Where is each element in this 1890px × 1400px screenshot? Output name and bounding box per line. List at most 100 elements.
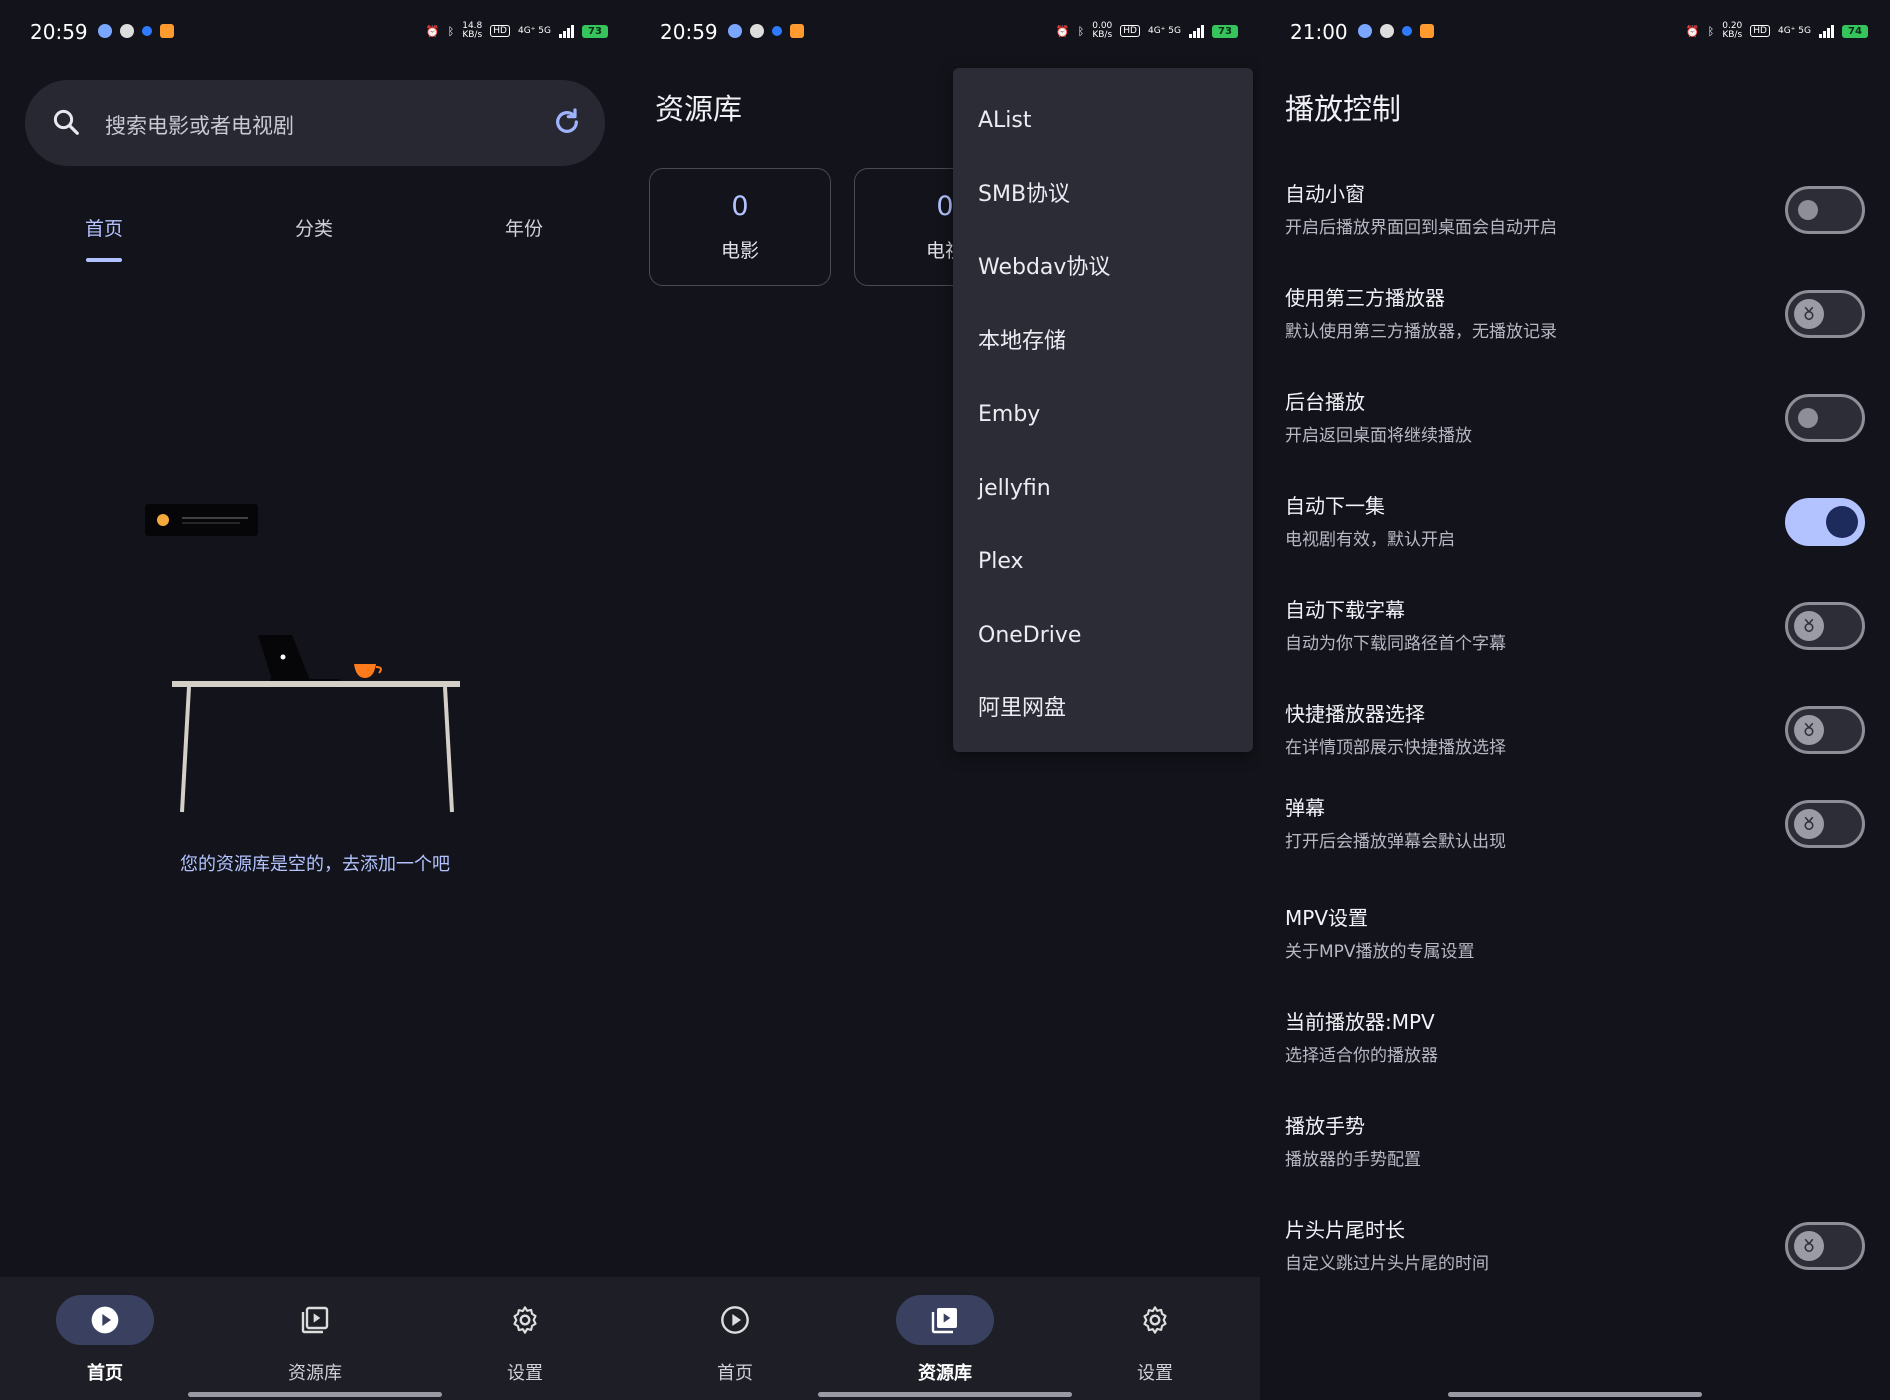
- lock-knob-icon: [1794, 1231, 1824, 1261]
- menu-item-local-storage[interactable]: 本地存储: [953, 305, 1253, 379]
- bluetooth-icon: ᛒ: [1707, 24, 1715, 38]
- notification-icons: [728, 24, 804, 38]
- search-bar[interactable]: 搜索电影或者电视剧: [25, 80, 605, 166]
- menu-item-emby[interactable]: Emby: [953, 378, 1253, 452]
- menu-item-smb[interactable]: SMB协议: [953, 158, 1253, 232]
- setting-title: 片头片尾时长: [1285, 1218, 1405, 1242]
- toggle-switch[interactable]: [1785, 800, 1865, 848]
- page-title: 资源库: [655, 92, 743, 126]
- system-icons: ⏰ ᛒ 0.00 KB/s HD 4G⁺ 5G 73: [1056, 22, 1238, 40]
- gesture-bar: [188, 1392, 442, 1397]
- nav-library[interactable]: 资源库: [235, 1295, 395, 1385]
- setting-auto-download-subtitle[interactable]: 自动下载字幕 自动为你下载同路径首个字幕: [1285, 594, 1865, 674]
- menu-item-aliyun-drive[interactable]: 阿里网盘: [953, 672, 1253, 746]
- network-speed: 0.00 KB/s: [1092, 21, 1113, 40]
- nav-settings[interactable]: 设置: [1075, 1295, 1235, 1385]
- dot-icon: [142, 26, 152, 36]
- toggle-knob: [1826, 506, 1858, 538]
- menu-item-jellyfin[interactable]: jellyfin: [953, 452, 1253, 526]
- nav-label-library: 资源库: [288, 1363, 342, 1384]
- status-time: 20:59: [660, 20, 718, 44]
- library-screen: 20:59 ⏰ ᛒ 0.00 KB/s HD 4G⁺ 5G 73 资源库 0 电…: [630, 0, 1260, 1400]
- toggle-switch[interactable]: [1785, 186, 1865, 234]
- setting-title: 播放手势: [1285, 1114, 1365, 1138]
- lock-knob-icon: [1794, 299, 1824, 329]
- network-type: 4G⁺ 5G: [1777, 26, 1811, 36]
- nav-label-settings: 设置: [507, 1363, 543, 1384]
- bluetooth-icon: ᛒ: [1077, 24, 1085, 38]
- setting-third-party-player[interactable]: 使用第三方播放器 默认使用第三方播放器，无播放记录: [1285, 282, 1865, 362]
- app-notification-icon: [728, 24, 742, 38]
- menu-item-plex[interactable]: Plex: [953, 525, 1253, 599]
- toggle-knob: [1798, 408, 1818, 428]
- setting-background-play[interactable]: 后台播放 开启返回桌面将继续播放: [1285, 386, 1865, 466]
- setting-title: 快捷播放器选择: [1285, 702, 1425, 726]
- gear-icon: [1143, 1306, 1167, 1334]
- nav-home[interactable]: 首页: [655, 1295, 815, 1385]
- toggle-knob: [1798, 200, 1818, 220]
- setting-title: 后台播放: [1285, 390, 1365, 414]
- empty-illustration: [145, 504, 460, 813]
- add-source-menu: AList SMB协议 Webdav协议 本地存储 Emby jellyfin …: [953, 68, 1253, 752]
- toggle-switch[interactable]: [1785, 290, 1865, 338]
- movie-count-card[interactable]: 0 电影: [649, 168, 831, 286]
- menu-item-alist[interactable]: AList: [953, 84, 1253, 158]
- wechat-icon: [750, 24, 764, 38]
- toggle-switch[interactable]: [1785, 602, 1865, 650]
- nav-library[interactable]: 资源库: [865, 1295, 1025, 1385]
- toggle-switch[interactable]: [1785, 706, 1865, 754]
- network-speed: 14.8 KB/s: [462, 21, 483, 40]
- lock-knob-icon: [1794, 715, 1824, 745]
- refresh-icon[interactable]: [551, 106, 583, 138]
- network-type: 4G⁺ 5G: [1147, 26, 1181, 36]
- setting-description: 在详情顶部展示快捷播放选择: [1285, 738, 1506, 758]
- nav-settings[interactable]: 设置: [445, 1295, 605, 1385]
- battery-icon: 73: [1212, 24, 1238, 38]
- tab-category[interactable]: 分类: [254, 214, 374, 241]
- system-icons: ⏰ ᛒ 0.20 KB/s HD 4G⁺ 5G 74: [1686, 22, 1868, 40]
- status-bar: 20:59 ⏰ ᛒ 0.00 KB/s HD 4G⁺ 5G 73: [630, 0, 1260, 66]
- setting-auto-pip[interactable]: 自动小窗 开启后播放界面回到桌面会自动开启: [1285, 178, 1865, 258]
- setting-quick-player-select[interactable]: 快捷播放器选择在详情顶部展示快捷播放选择: [1285, 698, 1865, 778]
- menu-item-webdav[interactable]: Webdav协议: [953, 231, 1253, 305]
- toggle-switch[interactable]: [1785, 498, 1865, 546]
- setting-danmaku[interactable]: 弹幕 打开后会播放弹幕会默认出现: [1285, 792, 1865, 872]
- play-circle-icon: [721, 1306, 749, 1334]
- setting-play-gestures[interactable]: 播放手势 播放器的手势配置: [1285, 1110, 1865, 1190]
- empty-library-message[interactable]: 您的资源库是空的，去添加一个吧: [0, 850, 630, 876]
- tab-indicator: [86, 258, 122, 262]
- tab-home[interactable]: 首页: [44, 214, 164, 241]
- playback-settings-screen: 21:00 ⏰ ᛒ 0.20 KB/s HD 4G⁺ 5G 74 播放控制 自动…: [1260, 0, 1890, 1400]
- status-time: 21:00: [1290, 20, 1348, 44]
- nav-label-home: 首页: [87, 1363, 123, 1384]
- hd-icon: HD: [1120, 25, 1140, 37]
- setting-intro-outro-duration[interactable]: 片头片尾时长自定义跳过片头片尾的时间: [1285, 1214, 1865, 1294]
- system-icons: ⏰ ᛒ 14.8 KB/s HD 4G⁺ 5G 73: [426, 22, 608, 40]
- setting-mpv-settings[interactable]: MPV设置 关于MPV播放的专属设置: [1285, 902, 1865, 982]
- wechat-icon: [1380, 24, 1394, 38]
- setting-title: 自动下一集: [1285, 494, 1385, 518]
- dot-icon: [772, 26, 782, 36]
- status-bar: 20:59 ⏰ ᛒ 14.8 KB/s HD 4G⁺ 5G 73: [0, 0, 630, 66]
- lock-knob-icon: [1794, 809, 1824, 839]
- alarm-icon: ⏰: [425, 24, 440, 38]
- dot-icon: [1402, 26, 1412, 36]
- menu-item-onedrive[interactable]: OneDrive: [953, 599, 1253, 673]
- lock-knob-icon: [1794, 611, 1824, 641]
- setting-auto-next-episode[interactable]: 自动下一集电视剧有效，默认开启: [1285, 490, 1865, 570]
- setting-description: 自定义跳过片头片尾的时间: [1285, 1254, 1489, 1274]
- alarm-icon: ⏰: [1685, 24, 1700, 38]
- bluetooth-icon: ᛒ: [447, 24, 455, 38]
- toggle-switch[interactable]: [1785, 394, 1865, 442]
- setting-current-player[interactable]: 当前播放器:MPV 选择适合你的播放器: [1285, 1006, 1865, 1086]
- movie-label: 电影: [720, 240, 759, 262]
- setting-description: 电视剧有效，默认开启: [1285, 530, 1455, 550]
- notification-icons: [98, 24, 174, 38]
- gesture-bar: [1448, 1392, 1702, 1397]
- bottom-navigation: 首页 资源库 设置: [630, 1277, 1260, 1400]
- network-speed: 0.20 KB/s: [1722, 21, 1743, 40]
- nav-home[interactable]: 首页: [25, 1295, 185, 1385]
- tab-year[interactable]: 年份: [464, 214, 584, 241]
- toggle-switch[interactable]: [1785, 1222, 1865, 1270]
- setting-description: 开启后播放界面回到桌面会自动开启: [1285, 218, 1557, 238]
